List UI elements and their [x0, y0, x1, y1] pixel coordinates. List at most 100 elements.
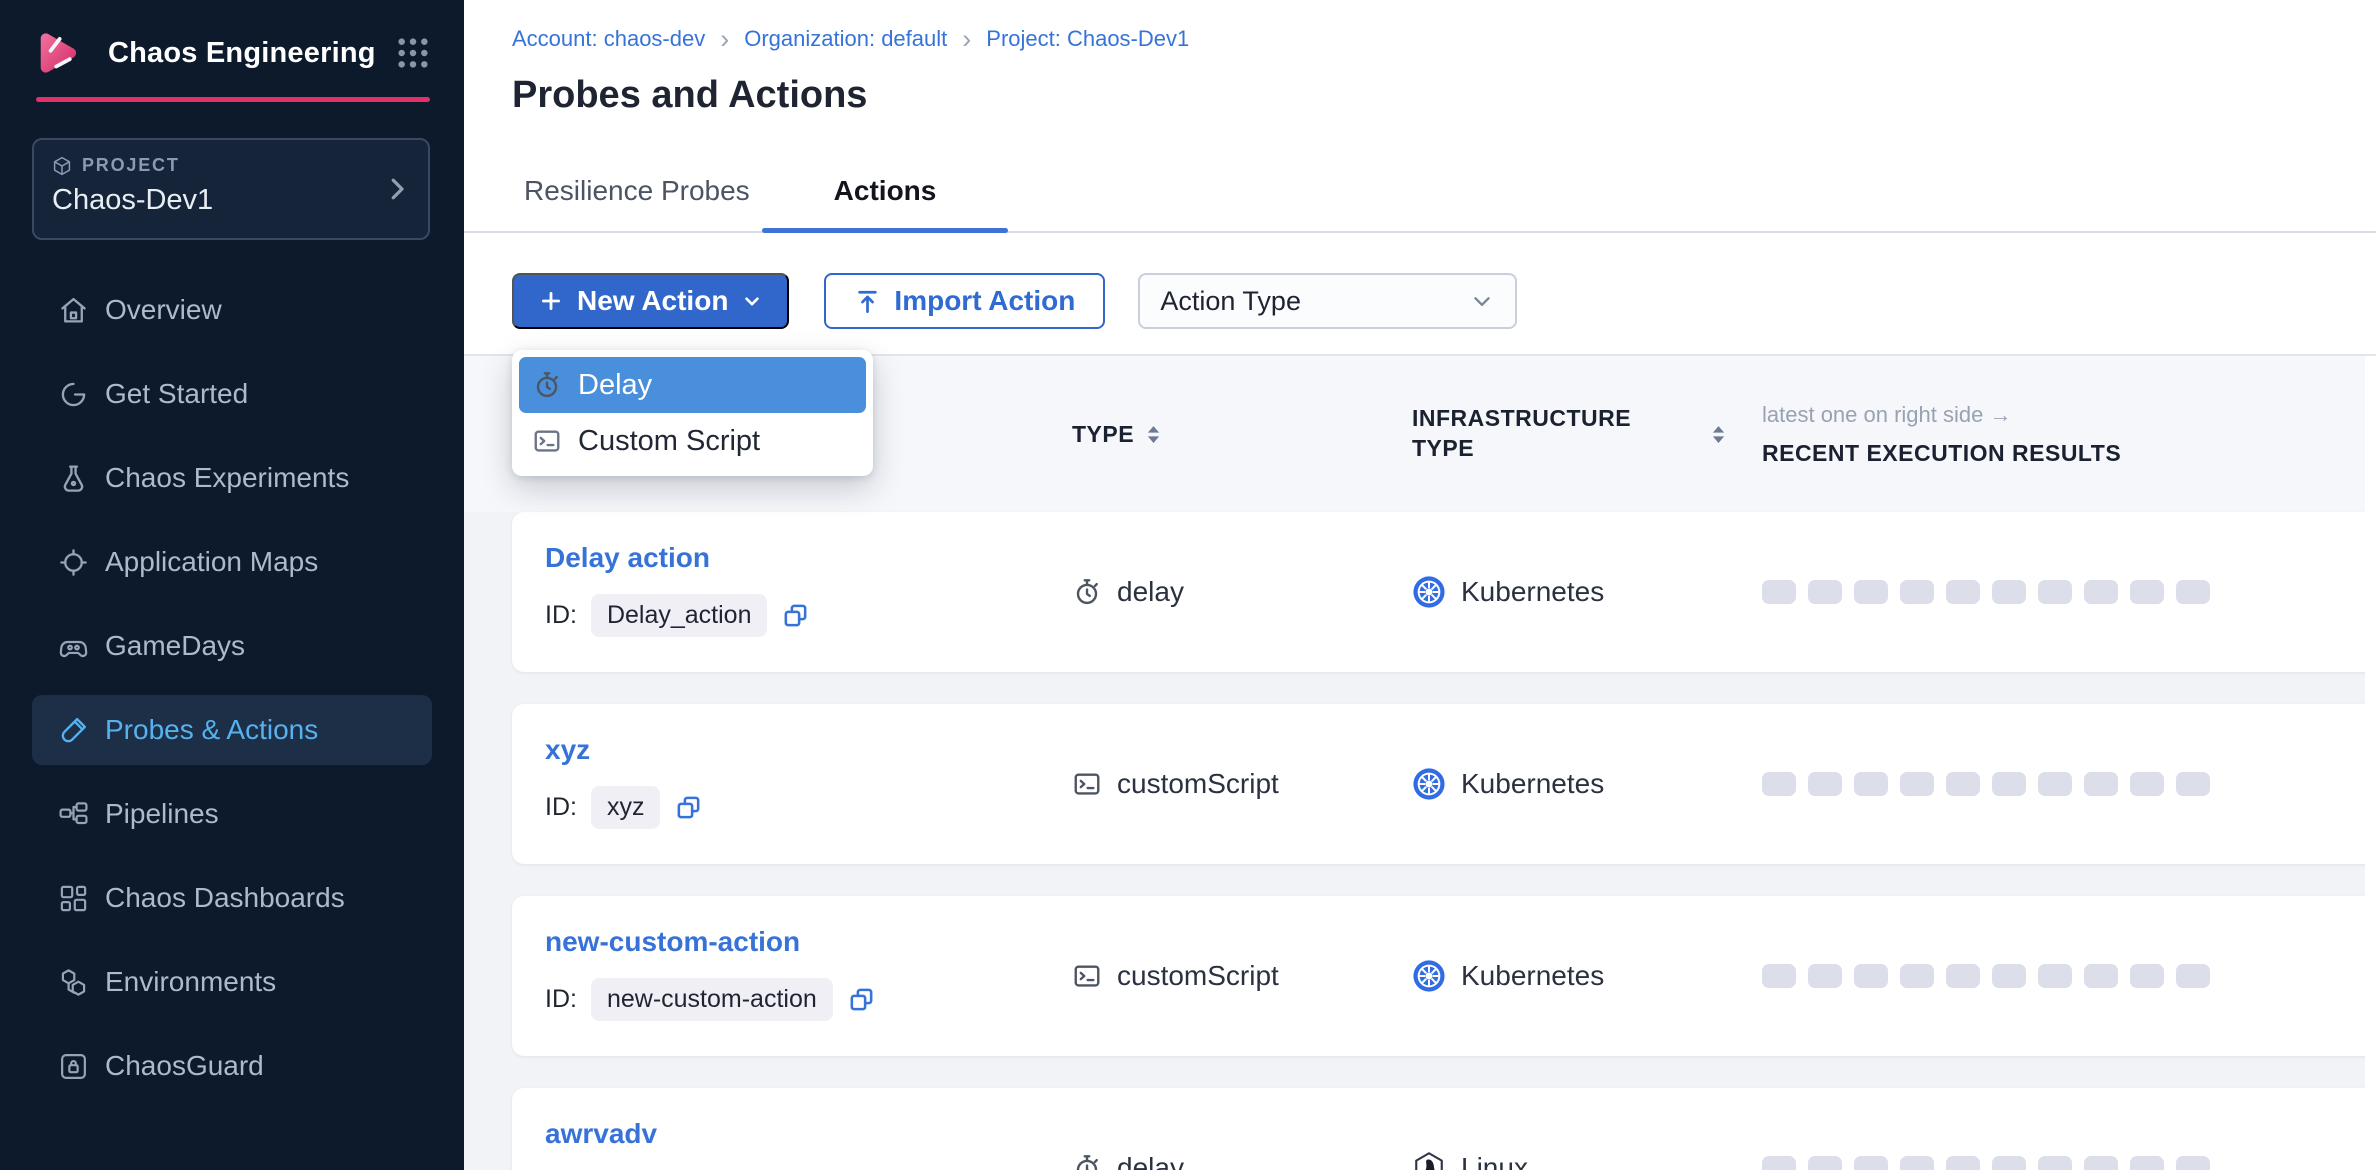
execution-result-placeholder	[1854, 772, 1888, 796]
action-id-value: xyz	[591, 786, 661, 829]
tab-bar: Resilience Probes Actions	[464, 118, 2376, 233]
breadcrumb-separator-icon	[717, 26, 732, 53]
sidebar-item-probes-actions[interactable]: Probes & Actions	[32, 695, 432, 765]
home-icon	[58, 295, 89, 326]
id-label: ID:	[545, 601, 577, 630]
execution-result-placeholder	[1900, 1156, 1934, 1170]
execution-result-placeholder	[2084, 772, 2118, 796]
page-header: Account: chaos-dev Organization: default…	[464, 0, 2376, 118]
hexagons-icon	[58, 967, 89, 998]
copy-icon[interactable]	[674, 793, 703, 822]
stopwatch-icon	[1072, 577, 1102, 607]
breadcrumb-project-link[interactable]: Project: Chaos-Dev1	[986, 26, 1189, 52]
scrollbar-track[interactable]	[2365, 356, 2376, 1170]
action-name-link[interactable]: xyz	[545, 734, 590, 766]
import-icon	[854, 288, 881, 315]
stopwatch-icon	[1072, 1153, 1102, 1170]
action-id-value: Delay_action	[591, 594, 768, 637]
execution-result-placeholder	[1808, 772, 1842, 796]
execution-result-placeholder	[2176, 580, 2210, 604]
project-selector[interactable]: PROJECT Chaos-Dev1	[32, 138, 430, 240]
tab-resilience-probes[interactable]: Resilience Probes	[512, 175, 762, 231]
type-cell: customScript	[1072, 960, 1412, 992]
sidebar-item-chaos-experiments[interactable]: Chaos Experiments	[32, 443, 432, 513]
kubernetes-icon	[1412, 959, 1446, 993]
new-action-button[interactable]: New Action	[512, 273, 789, 329]
chaos-engineering-logo-icon	[36, 26, 90, 80]
linux-icon	[1412, 1151, 1446, 1170]
action-name-cell: new-custom-action ID: new-custom-action	[545, 896, 1072, 1056]
execution-result-placeholder	[1992, 964, 2026, 988]
sort-icon[interactable]	[1711, 424, 1726, 445]
target-icon	[58, 547, 89, 578]
terminal-icon	[1072, 961, 1102, 991]
copy-icon[interactable]	[781, 601, 810, 630]
execution-result-placeholder	[2176, 964, 2210, 988]
table-row: xyz ID: xyz customScript Kubernetes	[512, 704, 2376, 864]
infrastructure-cell: Kubernetes	[1412, 959, 1762, 993]
column-header-type: TYPE	[1072, 421, 1412, 448]
sidebar-item-application-maps[interactable]: Application Maps	[32, 527, 432, 597]
sidebar-item-chaosguard[interactable]: ChaosGuard	[32, 1031, 432, 1101]
execution-result-placeholder	[2130, 964, 2164, 988]
execution-result-placeholder	[1900, 580, 1934, 604]
results-note: latest one on right side →	[1762, 402, 2376, 428]
project-label: PROJECT	[82, 155, 180, 176]
sidebar-item-overview[interactable]: Overview	[32, 275, 432, 345]
recent-execution-results	[1762, 580, 2376, 604]
recent-execution-results	[1762, 772, 2376, 796]
type-cell: delay	[1072, 1152, 1412, 1170]
table-row: Delay action ID: Delay_action delay Kube…	[512, 512, 2376, 672]
infrastructure-cell: Kubernetes	[1412, 767, 1762, 801]
sidebar-item-label: Environments	[105, 966, 276, 998]
sidebar-item-label: Chaos Experiments	[105, 462, 349, 494]
sidebar-item-pipelines[interactable]: Pipelines	[32, 779, 432, 849]
execution-result-placeholder	[2176, 1156, 2210, 1170]
breadcrumb-account-link[interactable]: Account: chaos-dev	[512, 26, 705, 52]
app-switcher-grid-icon[interactable]	[396, 36, 430, 70]
action-name-link[interactable]: Delay action	[545, 542, 710, 574]
execution-result-placeholder	[1762, 772, 1796, 796]
type-cell: delay	[1072, 576, 1412, 608]
sidebar-item-label: ChaosGuard	[105, 1050, 264, 1082]
chevron-right-icon	[382, 174, 412, 204]
execution-result-placeholder	[2130, 772, 2164, 796]
action-name-link[interactable]: awrvadv	[545, 1118, 657, 1150]
execution-result-placeholder	[1854, 1156, 1888, 1170]
execution-result-placeholder	[2084, 964, 2118, 988]
execution-result-placeholder	[2038, 1156, 2072, 1170]
sidebar-item-get-started[interactable]: Get Started	[32, 359, 432, 429]
copy-icon[interactable]	[847, 985, 876, 1014]
sidebar-item-label: GameDays	[105, 630, 245, 662]
recent-execution-results	[1762, 1156, 2376, 1170]
kubernetes-icon	[1412, 575, 1446, 609]
execution-result-placeholder	[1946, 580, 1980, 604]
menu-item-custom-script[interactable]: Custom Script	[519, 413, 866, 469]
execution-result-placeholder	[2176, 772, 2210, 796]
action-id-row: ID: new-custom-action	[545, 978, 876, 1021]
stopwatch-icon	[532, 370, 562, 400]
dashboard-icon	[58, 883, 89, 914]
import-action-button[interactable]: Import Action	[824, 273, 1105, 329]
breadcrumb-org-link[interactable]: Organization: default	[744, 26, 947, 52]
infrastructure-cell: Linux	[1412, 1151, 1762, 1170]
sidebar: Chaos Engineering PROJECT Chaos-Dev1	[0, 0, 464, 1170]
action-name-link[interactable]: new-custom-action	[545, 926, 800, 958]
execution-result-placeholder	[1762, 580, 1796, 604]
execution-result-placeholder	[2084, 1156, 2118, 1170]
sidebar-item-environments[interactable]: Environments	[32, 947, 432, 1017]
sidebar-item-chaos-dashboards[interactable]: Chaos Dashboards	[32, 863, 432, 933]
sidebar-item-gamedays[interactable]: GameDays	[32, 611, 432, 681]
tab-actions[interactable]: Actions	[762, 175, 1009, 231]
column-header-infrastructure-type: INFRASTRUCTURE TYPE	[1412, 404, 1762, 464]
execution-result-placeholder	[1762, 1156, 1796, 1170]
execution-result-placeholder	[1992, 772, 2026, 796]
action-type-select[interactable]: Action Type	[1138, 273, 1517, 329]
action-name-cell: awrvadv	[545, 1088, 1072, 1170]
id-label: ID:	[545, 793, 577, 822]
menu-item-delay[interactable]: Delay	[519, 357, 866, 413]
actions-table: TYPE INFRASTRUCTURE TYPE latest one on r…	[464, 356, 2376, 1170]
toolbar: New Action Import Action Action Type	[464, 233, 2376, 356]
execution-result-placeholder	[1900, 772, 1934, 796]
sort-icon[interactable]	[1146, 424, 1161, 445]
